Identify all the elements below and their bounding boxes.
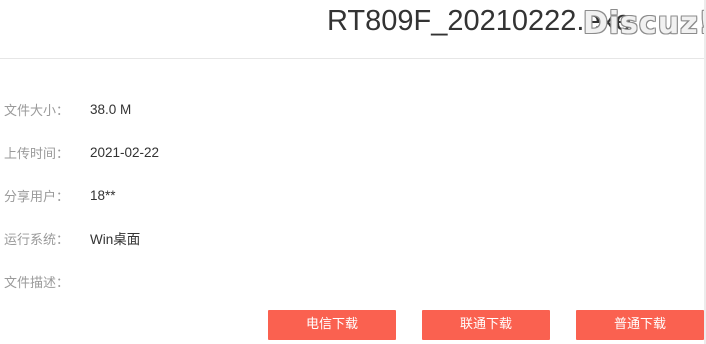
unicom-download-button[interactable]: 联通下载 [422, 310, 550, 340]
file-size-label: 文件大小： [4, 103, 70, 119]
os-label: 运行系统： [4, 232, 70, 248]
file-size-value: 38.0 M [90, 101, 132, 117]
discuz-watermark: Discuz! [583, 6, 706, 41]
share-user-label: 分享用户： [4, 189, 70, 205]
telecom-download-button[interactable]: 电信下载 [268, 310, 396, 340]
file-header: RT809F_20210222.exe Discuz! [0, 0, 706, 59]
download-page: RT809F_20210222.exe Discuz! 文件大小： 38.0 M… [0, 0, 706, 344]
description-label: 文件描述： [4, 275, 70, 291]
os-value: Win桌面 [90, 232, 141, 247]
upload-time-label: 上传时间： [4, 146, 70, 162]
normal-download-button[interactable]: 普通下载 [576, 310, 704, 340]
upload-time-value: 2021-02-22 [90, 144, 160, 160]
share-user-value: 18** [90, 187, 116, 203]
